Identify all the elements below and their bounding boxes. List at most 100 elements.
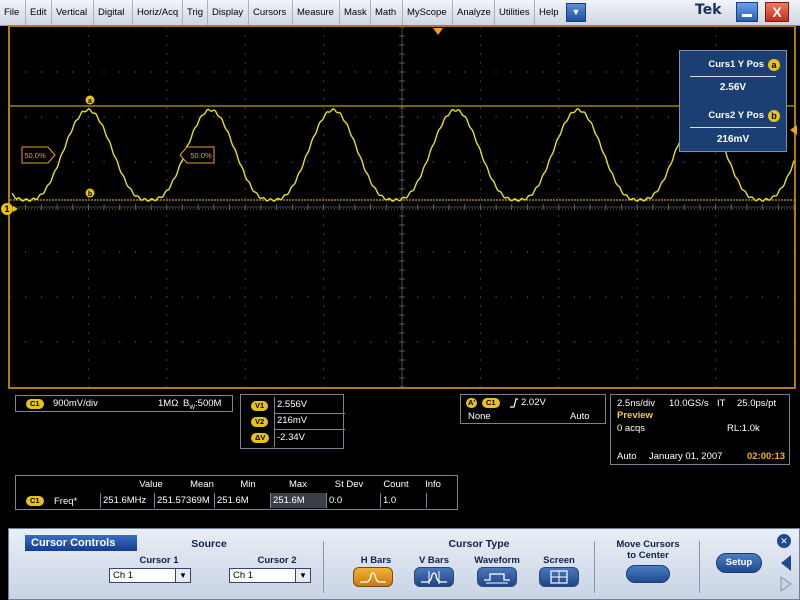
interpolation-mode: IT [717,398,726,409]
trigger-mode: Auto [570,411,590,422]
time-scale: 2.5ns/div [617,398,656,409]
cursor2-label: Cursor 2 [257,555,297,566]
sample-rate: 10.0GS/s [669,398,709,409]
screen-cursor-icon [550,570,568,584]
trigger-level: 2.02V [521,397,546,408]
measurement-cell-info [426,493,458,508]
waveform-cursor-icon [484,573,510,584]
v1-chip: V1 [251,401,269,411]
measurement-name: Freq* [54,496,78,507]
trigger-coupling: None [468,411,491,422]
measurement-header-max: Max [289,479,307,490]
waveform-trace-ch1 [11,108,795,202]
trigger-level-marker[interactable] [790,125,797,135]
setup-button[interactable]: Setup [716,553,762,573]
time-resolution: 25.0ps/pt [737,398,777,409]
cursor-type-label: Cursor Type [448,538,510,550]
measurement-cell-min: 251.6M [214,493,270,508]
waveform-cursor-button[interactable] [477,567,517,587]
cursor-controls-bar: Cursor Controls Source Cursor 1 Ch 1 ▼ Cu… [8,528,800,600]
trigger-status[interactable]: A' C1 2.02V None Auto [460,394,606,424]
move-label-line2: to Center [627,550,669,561]
right-arrow-icon[interactable] [780,576,792,592]
cursor-a-marker-label: a [88,98,92,105]
hbars-icon [360,572,386,583]
divider [699,541,700,593]
measurement-cell-mean: 251.57369M [154,493,214,508]
measurement-cell-max: 251.6M [270,493,326,508]
v2-chip: V2 [251,417,269,427]
curs1-label: Curs1 Y Pos [708,59,764,70]
screen-label: Screen [543,555,575,566]
divider [323,541,324,593]
acq-state: Preview [617,410,653,421]
curs2-badge: b [768,110,780,122]
cursor1-source-select[interactable]: Ch 1 ▼ [109,568,191,583]
left-arrow-icon[interactable] [781,555,791,571]
channel1-impedance: 1MΩ [158,398,179,409]
trigger-mode-status: Auto [617,451,637,462]
channel1-chip: C1 [26,399,44,409]
vbars-button[interactable] [414,567,454,587]
cursor-values-panel[interactable]: V1 2.556V V2 216mV ΔV -2.34V [240,394,345,449]
cursor-b-marker-label: b [88,191,92,198]
hbars-label: H Bars [360,555,392,566]
measurement-channel-chip: C1 [26,496,44,506]
divider [690,127,776,128]
curs1-badge: a [768,59,780,71]
measurement-header-value: Value [139,479,163,490]
rising-edge-icon [510,398,518,408]
measurement-cell-value: 251.6MHz [100,493,154,508]
measurement-ref-mid: 50.0% [190,151,212,160]
trigger-source-chip: C1 [482,398,500,408]
delta-v-value: -2.34V [277,432,305,443]
channel1-bandwidth: BW:500M [183,398,221,411]
move-cursors-label: Move Cursors to Center [606,539,690,561]
measurement-header-count: Count [383,479,409,490]
vbars-icon [421,571,447,584]
cursor1-source-value: Ch 1 [113,570,134,581]
source-label: Source [191,538,227,550]
measurement-ref-left: 50.0% [24,151,46,160]
timebase-status[interactable]: 2.5ns/div 10.0GS/s IT 25.0ps/pt Preview … [610,394,790,465]
channel1-status[interactable]: C1 900mV/div 1MΩ BW:500M [15,395,233,412]
waveform-label: Waveform [474,555,520,566]
chevron-down-icon: ▼ [295,569,310,582]
channel1-scale: 900mV/div [53,398,98,409]
curs1-value: 2.56V [719,82,747,93]
acq-count: 0 acqs [617,423,645,434]
move-label-line1: Move Cursors [616,539,680,550]
measurement-cell-count: 1.0 [380,493,426,508]
divider [690,76,776,77]
channel1-marker-arrow [13,206,18,212]
bw-value: :500M [195,398,222,409]
close-panel-button[interactable]: ✕ [777,534,791,548]
measurement-table[interactable]: Value Mean Min Max St Dev Count Info C1 Freq* … [15,475,458,510]
measurement-header-min: Min [240,479,256,490]
curs2-label: Curs2 Y Pos [708,110,764,121]
trigger-position-marker[interactable] [433,28,443,35]
v2-value: 216mV [277,415,308,426]
vbars-label: V Bars [418,555,450,566]
v1-value: 2.556V [277,399,308,410]
chevron-down-icon: ▼ [175,569,190,582]
cursor1-label: Cursor 1 [139,555,179,566]
clock-time: 02:00:13 [747,451,786,462]
panel-scroll-arrows[interactable] [779,553,793,597]
channel1-marker-label: 1 [4,204,9,214]
delta-v-chip: ΔV [251,433,270,443]
cursor-controls-tab[interactable]: Cursor Controls [25,535,137,551]
measurement-header-info: Info [425,479,441,490]
date: January 01, 2007 [649,451,723,462]
cursor-readout-panel[interactable]: Curs1 Y Pos a 2.56V Curs2 Y Pos b 216mV [679,50,787,152]
curs2-value: 216mV [716,134,750,145]
screen-cursor-button[interactable] [539,567,579,587]
divider [594,541,595,593]
cursor2-source-value: Ch 1 [233,570,254,581]
record-length: RL:1.0k [727,423,760,434]
measurement-header-st-dev: St Dev [334,479,364,490]
hbars-button[interactable] [353,567,393,587]
cursor2-source-select[interactable]: Ch 1 ▼ [229,568,311,583]
move-cursors-to-center-button[interactable] [626,565,670,583]
measurement-cell-st-dev: 0.0 [326,493,380,508]
